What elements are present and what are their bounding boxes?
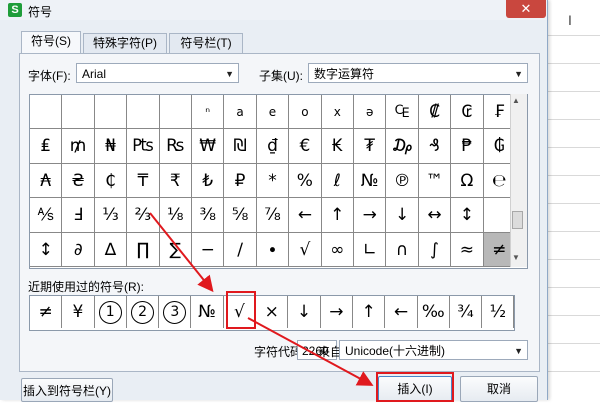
annotation-arrow-to-recent	[149, 212, 214, 293]
annotation-arrows	[149, 212, 374, 386]
annotation-arrow-to-insert	[247, 317, 374, 386]
